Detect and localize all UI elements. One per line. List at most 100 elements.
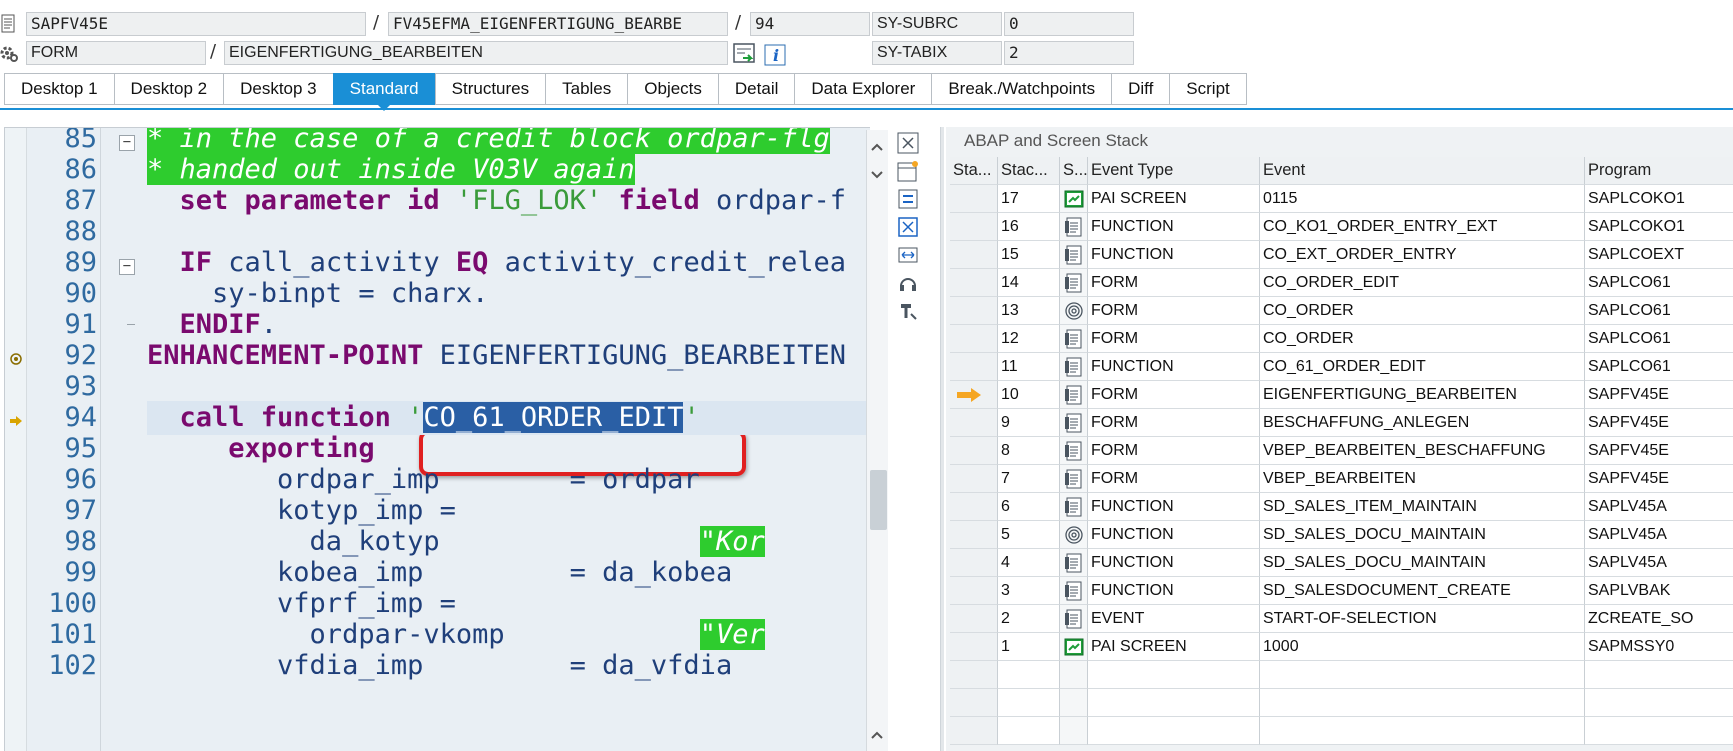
code-text: exporting (147, 432, 374, 466)
current-line-arrow-icon[interactable] (9, 414, 23, 428)
maximize-window-icon[interactable] (897, 216, 919, 238)
code-line[interactable] (5, 215, 870, 249)
event-type-field[interactable]: FORM (26, 41, 206, 65)
row-status-cell (950, 409, 998, 437)
program-field[interactable]: SAPFV45E (26, 12, 366, 36)
line-number: 96 (64, 464, 97, 495)
code-text: ENDIF. (147, 308, 278, 342)
fold-toggle-icon[interactable]: − (119, 259, 135, 275)
keyword-token: call function (179, 402, 391, 433)
row-icon-cell (1060, 493, 1088, 521)
row-icon-cell (1060, 605, 1088, 633)
event-type-cell: FUNCTION (1088, 493, 1260, 521)
enhancement-marker-icon[interactable] (9, 352, 23, 366)
scroll-up-icon[interactable] (870, 730, 884, 740)
resize-horizontal-icon[interactable] (897, 244, 919, 266)
line-number: 101 (48, 619, 97, 650)
stack-level-cell: 7 (998, 465, 1060, 493)
sy-subrc-value: 0 (1004, 12, 1134, 36)
swap-window-icon[interactable] (897, 188, 919, 210)
column-header[interactable]: Program (1585, 157, 1733, 185)
stack-row[interactable]: 6 FUNCTION SD_SALES_ITEM_MAINTAIN SAPLV45A (950, 493, 1733, 521)
stack-row[interactable]: 9 FORM BESCHAFFUNG_ANLEGEN SAPFV45E (950, 409, 1733, 437)
stack-level-cell: 10 (998, 381, 1060, 409)
empty-cell (1060, 717, 1088, 745)
column-header[interactable]: Stac... (998, 157, 1060, 185)
scroll-down-icon[interactable] (870, 170, 884, 180)
empty-cell (998, 717, 1060, 745)
screen-icon (1064, 190, 1084, 208)
column-header[interactable]: Sta... (950, 157, 998, 185)
stack-row[interactable]: 16 FUNCTION CO_KO1_ORDER_ENTRY_EXT SAPLCOKO… (950, 213, 1733, 241)
tab-desktop-1[interactable]: Desktop 1 (4, 73, 114, 105)
column-header[interactable]: Event (1260, 157, 1585, 185)
code-line[interactable] (5, 370, 870, 404)
stack-row[interactable]: 1 PAI SCREEN 1000 SAPMSSY0 (950, 633, 1733, 661)
source-code-editor[interactable]: 85 * in the case of a credit block ordpar… (4, 127, 870, 751)
stack-row[interactable]: 11 FUNCTION CO_61_ORDER_EDIT SAPLCO61 (950, 353, 1733, 381)
tab-objects[interactable]: Objects (627, 73, 718, 105)
stack-row[interactable]: 7 FORM VBEP_BEARBEITEN SAPFV45E (950, 465, 1733, 493)
tab-break-watchpoints[interactable]: Break./Watchpoints (931, 73, 1112, 105)
tab-diff[interactable]: Diff (1111, 73, 1170, 105)
headset-icon[interactable] (897, 272, 919, 294)
event-type-cell: FORM (1088, 269, 1260, 297)
code-text: IF call_activity EQ activity_credit_rele… (147, 246, 847, 280)
source-document-icon[interactable] (0, 14, 16, 34)
document-icon (1065, 385, 1082, 405)
stack-row[interactable]: 4 FUNCTION SD_SALES_DOCU_MAINTAIN SAPLV45A (950, 549, 1733, 577)
stack-row[interactable]: 13 FORM CO_ORDER SAPLCO61 (950, 297, 1733, 325)
stack-row[interactable]: 15 FUNCTION CO_EXT_ORDER_ENTRY SAPLCOEXT (950, 241, 1733, 269)
display-variables-icon[interactable] (733, 43, 757, 65)
editor-scrollbar[interactable] (866, 130, 888, 751)
pane-splitter[interactable] (940, 127, 944, 751)
tab-data-explorer[interactable]: Data Explorer (794, 73, 932, 105)
tab-desktop-3[interactable]: Desktop 3 (223, 73, 333, 105)
tab-standard[interactable]: Standard (332, 73, 435, 111)
program-cell: SAPLCO61 (1585, 269, 1733, 297)
code-line[interactable] (5, 308, 870, 342)
stack-row[interactable]: 2 EVENT START-OF-SELECTION ZCREATE_SO (950, 605, 1733, 633)
empty-cell (950, 689, 998, 717)
tab-desktop-2[interactable]: Desktop 2 (113, 73, 224, 105)
stack-row[interactable]: 12 FORM CO_ORDER SAPLCO61 (950, 325, 1733, 353)
scrollbar-thumb[interactable] (870, 470, 887, 530)
stack-row[interactable]: 10 FORM EIGENFERTIGUNG_BEARBEITEN SAPFV45E (950, 381, 1733, 409)
new-window-icon[interactable] (897, 160, 919, 182)
line-field[interactable]: 94 (750, 12, 870, 36)
stack-row[interactable]: 5 FUNCTION SD_SALES_DOCU_MAINTAIN SAPLV45A (950, 521, 1733, 549)
grid-header: Sta... Stac... S... Event Type Event Program (950, 157, 1733, 185)
stack-row[interactable]: 8 FORM VBEP_BEARBEITEN_BESCHAFFUNG SAPFV45E (950, 437, 1733, 465)
stack-row[interactable]: 14 FORM CO_ORDER_EDIT SAPLCO61 (950, 269, 1733, 297)
fold-toggle-icon[interactable]: − (119, 135, 135, 151)
document-icon (1065, 581, 1082, 601)
line-number: 89 (64, 247, 97, 278)
scroll-up-icon[interactable] (870, 142, 884, 152)
row-status-cell (950, 185, 998, 213)
event-cell: CO_ORDER_EDIT (1260, 269, 1585, 297)
close-window-icon[interactable] (897, 132, 919, 154)
line-number: 90 (64, 278, 97, 309)
comment-token: "Ver (699, 619, 765, 650)
tab-tables[interactable]: Tables (545, 73, 628, 105)
info-icon[interactable]: i (764, 44, 786, 66)
code-line[interactable] (5, 432, 870, 466)
stack-level-cell: 16 (998, 213, 1060, 241)
column-header[interactable]: S... (1060, 157, 1088, 185)
tab-script[interactable]: Script (1169, 73, 1247, 105)
event-name-field[interactable]: EIGENFERTIGUNG_BEARBEITEN (224, 41, 728, 65)
editor-toolstrip (889, 127, 927, 751)
tools-icon[interactable] (897, 300, 919, 322)
tab-detail[interactable]: Detail (717, 73, 795, 105)
column-header[interactable]: Event Type (1088, 157, 1260, 185)
include-field[interactable]: FV45EFMA_EIGENFERTIGUNG_BEARBE (388, 12, 728, 36)
row-status-cell (950, 521, 998, 549)
stack-row[interactable]: 17 PAI SCREEN 0115 SAPLCOKO1 (950, 185, 1733, 213)
tab-structures[interactable]: Structures (434, 73, 546, 105)
code-token: . (260, 309, 278, 340)
row-icon-cell (1060, 577, 1088, 605)
gear-icon[interactable] (0, 44, 18, 62)
event-type-cell: FORM (1088, 325, 1260, 353)
stack-row[interactable]: 3 FUNCTION SD_SALESDOCUMENT_CREATE SAPLVBAK (950, 577, 1733, 605)
